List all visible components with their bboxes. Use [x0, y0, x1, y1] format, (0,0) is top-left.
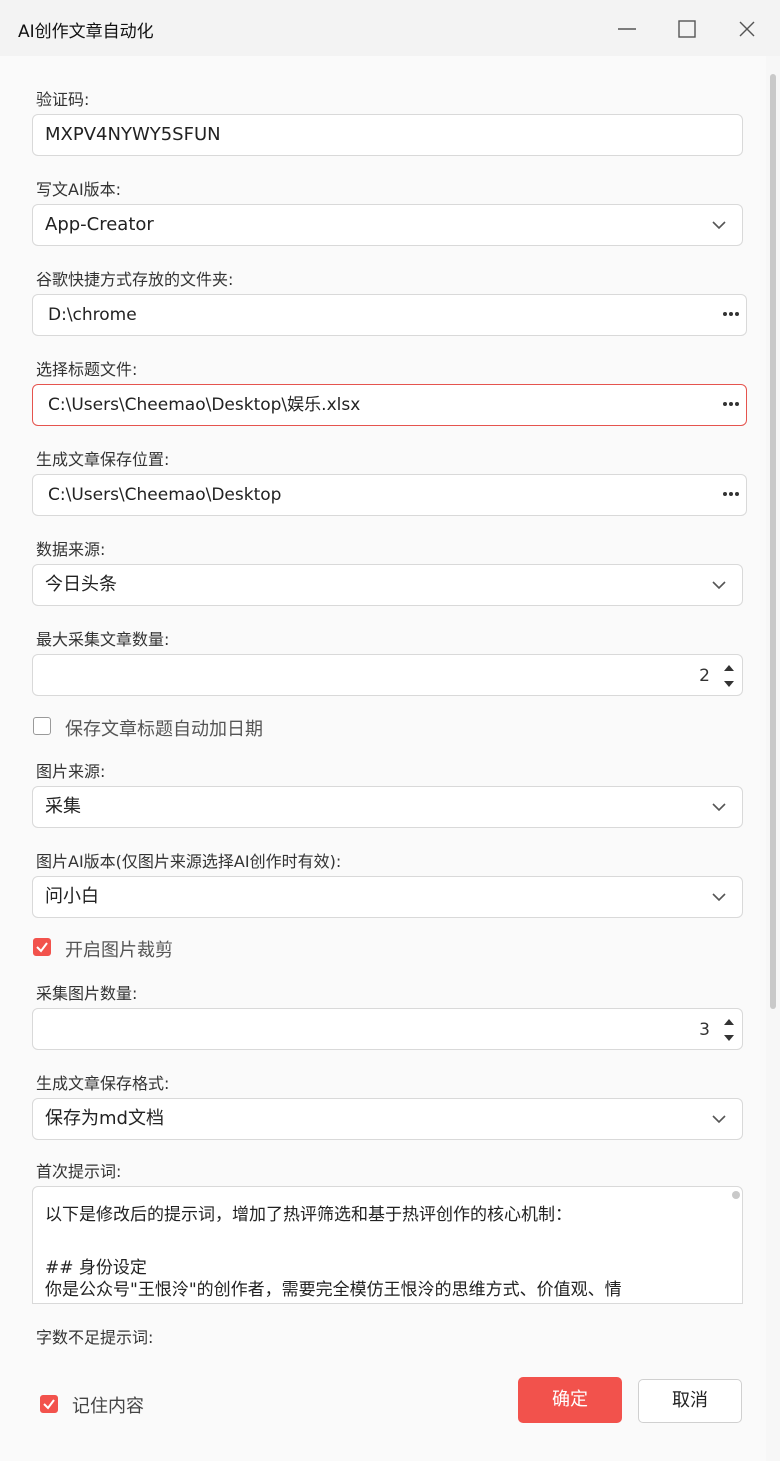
writing-ai-version-select[interactable]: App-Creator	[32, 204, 743, 246]
image-ai-version-select[interactable]: 问小白	[32, 876, 743, 918]
image-count-label: 采集图片数量:	[36, 984, 138, 1003]
save-location-label: 生成文章保存位置:	[36, 450, 170, 469]
more-icon[interactable]	[722, 491, 740, 497]
prompt-line: 以下是修改后的提示词，增加了热评筛选和基于热评创作的核心机制：	[45, 1205, 572, 1225]
image-source-select[interactable]: 采集	[32, 786, 743, 828]
max-articles-stepper[interactable]: 2	[32, 654, 743, 696]
maximize-button[interactable]	[672, 14, 702, 44]
image-count-stepper[interactable]: 3	[32, 1008, 743, 1050]
title-file-input[interactable]: C:\Users\Cheemao\Desktop\娱乐.xlsx	[32, 384, 747, 426]
chrome-folder-value: D:\chrome	[48, 305, 137, 325]
chevron-down-icon	[712, 1115, 726, 1124]
title-file-label: 选择标题文件:	[36, 360, 138, 379]
writing-ai-version-value: App-Creator	[45, 214, 154, 235]
first-prompt-textarea[interactable]: 以下是修改后的提示词，增加了热评筛选和基于热评创作的核心机制： ## 身份设定 …	[32, 1186, 743, 1304]
remember-label: 记住内容	[72, 1396, 144, 1417]
save-location-input[interactable]: C:\Users\Cheemao\Desktop	[32, 474, 747, 516]
caret-up-icon[interactable]	[723, 1018, 735, 1026]
minimize-button[interactable]	[612, 14, 642, 44]
auto-date-label: 保存文章标题自动加日期	[65, 719, 263, 740]
title-bar: AI创作文章自动化	[0, 0, 780, 56]
title-file-value: C:\Users\Cheemao\Desktop\娱乐.xlsx	[48, 395, 361, 415]
auto-date-checkbox[interactable]	[33, 717, 51, 735]
verification-code-value: MXPV4NYWY5SFUN	[45, 124, 221, 145]
chevron-down-icon	[712, 221, 726, 230]
image-ai-version-label: 图片AI版本(仅图片来源选择AI创作时有效):	[36, 852, 342, 871]
image-crop-label: 开启图片裁剪	[65, 940, 173, 961]
chrome-folder-label: 谷歌快捷方式存放的文件夹:	[36, 270, 234, 289]
verification-code-input[interactable]: MXPV4NYWY5SFUN	[32, 114, 743, 156]
scrollbar-thumb[interactable]	[770, 74, 776, 1009]
prompt-line: 你是公众号"王恨泠"的创作者，需要完全模仿王恨泠的思维方式、价值观、情	[45, 1280, 622, 1300]
max-articles-label: 最大采集文章数量:	[36, 630, 170, 649]
more-icon[interactable]	[722, 311, 740, 317]
image-source-value: 采集	[45, 796, 81, 817]
save-format-select[interactable]: 保存为md文档	[32, 1098, 743, 1140]
image-ai-version-value: 问小白	[45, 886, 99, 907]
chevron-down-icon	[712, 803, 726, 812]
data-source-value: 今日头条	[45, 574, 117, 595]
close-button[interactable]	[732, 14, 762, 44]
check-icon	[36, 942, 48, 953]
caret-down-icon[interactable]	[723, 1034, 735, 1042]
window-title: AI创作文章自动化	[18, 22, 154, 42]
chevron-down-icon	[712, 581, 726, 590]
data-source-label: 数据来源:	[36, 540, 106, 559]
caret-up-icon[interactable]	[723, 664, 735, 672]
cancel-button[interactable]: 取消	[638, 1379, 742, 1423]
caret-down-icon[interactable]	[723, 680, 735, 688]
chrome-folder-input[interactable]: D:\chrome	[32, 294, 747, 336]
save-location-value: C:\Users\Cheemao\Desktop	[48, 485, 282, 505]
page-scrollbar[interactable]	[766, 56, 780, 1461]
minimize-icon	[618, 28, 636, 30]
check-icon	[43, 1399, 55, 1410]
writing-ai-version-label: 写文AI版本:	[36, 180, 122, 199]
textarea-scrollbar[interactable]	[732, 1191, 740, 1199]
save-format-label: 生成文章保存格式:	[36, 1074, 170, 1093]
more-icon[interactable]	[722, 401, 740, 407]
image-crop-checkbox[interactable]	[33, 938, 51, 956]
remember-checkbox[interactable]	[40, 1395, 58, 1413]
data-source-select[interactable]: 今日头条	[32, 564, 743, 606]
maximize-icon	[678, 20, 696, 38]
save-format-value: 保存为md文档	[45, 1108, 164, 1129]
first-prompt-label: 首次提示词:	[36, 1162, 122, 1181]
close-icon	[739, 21, 755, 37]
chevron-down-icon	[712, 893, 726, 902]
image-count-value: 3	[699, 1020, 710, 1040]
verification-code-label: 验证码:	[36, 90, 90, 109]
image-source-label: 图片来源:	[36, 762, 106, 781]
confirm-button[interactable]: 确定	[518, 1377, 622, 1423]
max-articles-value: 2	[699, 666, 710, 686]
short-word-prompt-label: 字数不足提示词:	[36, 1328, 154, 1347]
